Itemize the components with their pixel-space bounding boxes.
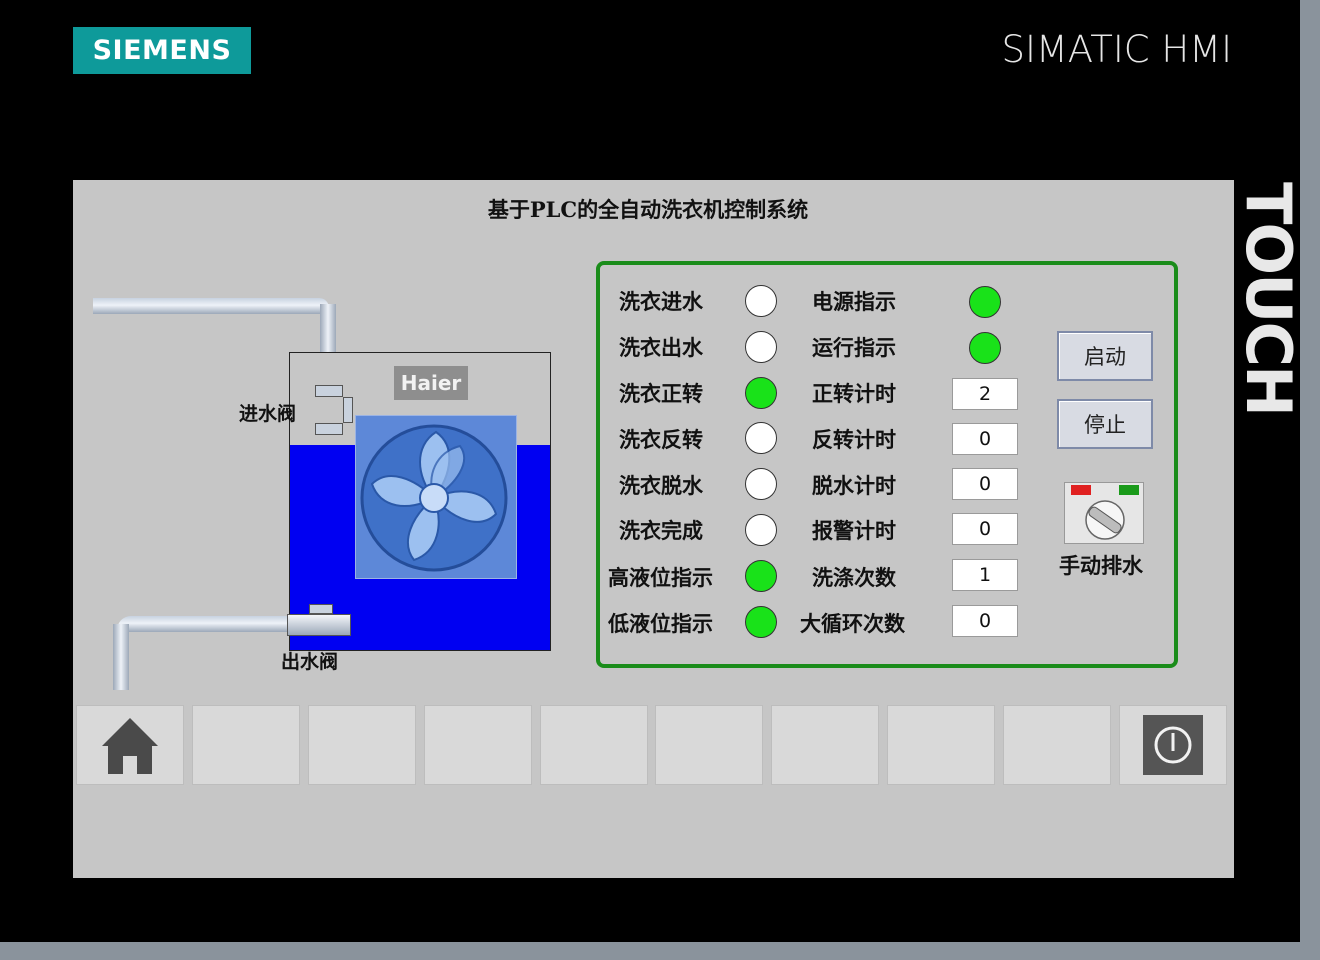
fkey-home[interactable] xyxy=(76,705,184,785)
hmi-screen: 基于PLC的全自动洗衣机控制系统 Haier 进水阀 出水阀 洗衣进水 洗衣出水… xyxy=(73,180,1234,878)
lamp-label-forward: 洗衣正转 xyxy=(619,381,703,406)
power-icon xyxy=(1143,715,1203,775)
brand-label: Haier xyxy=(394,366,468,400)
lamp-label-done: 洗衣完成 xyxy=(619,518,703,543)
manual-drain-switch[interactable] xyxy=(1064,482,1144,544)
status-lamp xyxy=(745,468,777,500)
run-indicator-lamp xyxy=(969,332,1001,364)
fkey-2[interactable] xyxy=(192,705,300,785)
fkey-5[interactable] xyxy=(540,705,648,785)
rotary-knob-icon xyxy=(1085,500,1125,540)
lamp-label-high-level: 高液位指示 xyxy=(608,565,713,590)
forward-timer-field[interactable]: 2 xyxy=(952,378,1018,410)
home-icon xyxy=(102,718,158,774)
value-label-forward-timer: 正转计时 xyxy=(812,381,896,406)
value-label-reverse-timer: 反转计时 xyxy=(812,427,896,452)
status-panel xyxy=(596,261,1178,668)
lamp-label-reverse: 洗衣反转 xyxy=(619,427,703,452)
siemens-logo: SIEMENS xyxy=(73,27,251,74)
status-lamp xyxy=(745,377,777,409)
touch-text: TOUCH xyxy=(1231,181,1305,415)
status-lamp xyxy=(745,606,777,638)
stop-button[interactable]: 停止 xyxy=(1057,399,1153,449)
fkey-3[interactable] xyxy=(308,705,416,785)
alarm-timer-field[interactable]: 0 xyxy=(952,513,1018,545)
outlet-valve-label: 出水阀 xyxy=(281,651,339,673)
fkey-6[interactable] xyxy=(655,705,763,785)
outlet-pipe-vertical xyxy=(113,624,129,690)
inlet-valve-label: 进水阀 xyxy=(239,403,297,425)
reverse-timer-field[interactable]: 0 xyxy=(952,423,1018,455)
touch-label: TOUCH xyxy=(1232,178,1305,418)
outlet-valve[interactable] xyxy=(287,604,351,638)
wash-count-field[interactable]: 1 xyxy=(952,559,1018,591)
cycle-count-field[interactable]: 0 xyxy=(952,605,1018,637)
power-indicator-label: 电源指示 xyxy=(812,289,896,314)
value-label-wash-count: 洗涤次数 xyxy=(812,565,896,590)
status-lamp xyxy=(745,514,777,546)
lamp-label-fill: 洗衣进水 xyxy=(619,289,703,314)
status-lamp xyxy=(745,331,777,363)
lamp-label-spin: 洗衣脱水 xyxy=(619,473,703,498)
lamp-label-low-level: 低液位指示 xyxy=(608,611,713,636)
status-lamp xyxy=(745,422,777,454)
value-label-alarm-timer: 报警计时 xyxy=(812,518,896,543)
lamp-label-drain: 洗衣出水 xyxy=(619,335,703,360)
model-title: SIMATIC HMI xyxy=(1001,28,1232,71)
value-label-cycle-count: 大循环次数 xyxy=(800,611,905,636)
manual-drain-label: 手动排水 xyxy=(1059,553,1143,578)
page-title: 基于PLC的全自动洗衣机控制系统 xyxy=(487,197,809,222)
fkey-8[interactable] xyxy=(887,705,995,785)
inlet-pipe-horizontal xyxy=(93,298,329,314)
outlet-pipe-horizontal xyxy=(117,616,295,632)
run-indicator-label: 运行指示 xyxy=(812,335,896,360)
status-lamp xyxy=(745,285,777,317)
drum-fan-icon xyxy=(355,415,517,579)
fkey-7[interactable] xyxy=(771,705,879,785)
fkey-power[interactable] xyxy=(1119,705,1227,785)
status-lamp xyxy=(745,560,777,592)
start-button[interactable]: 启动 xyxy=(1057,331,1153,381)
fkey-4[interactable] xyxy=(424,705,532,785)
value-label-spin-timer: 脱水计时 xyxy=(812,473,896,498)
fkey-9[interactable] xyxy=(1003,705,1111,785)
inlet-valve[interactable] xyxy=(313,385,353,435)
power-indicator-lamp xyxy=(969,286,1001,318)
spin-timer-field[interactable]: 0 xyxy=(952,468,1018,500)
fan-icon xyxy=(360,424,508,572)
